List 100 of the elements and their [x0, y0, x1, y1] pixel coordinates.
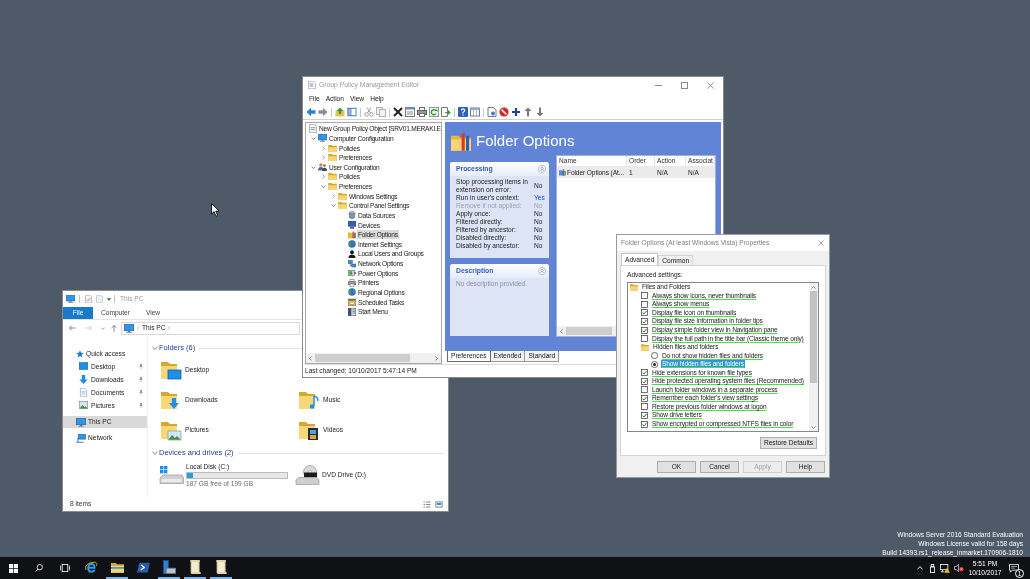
checkbox[interactable] — [641, 309, 648, 317]
copy-icon[interactable] — [376, 107, 386, 117]
chevron-right-icon[interactable] — [321, 174, 325, 180]
user-icon — [348, 249, 356, 258]
server-icon — [162, 560, 176, 574]
folder-icon — [630, 283, 638, 291]
arrow-right-icon[interactable] — [318, 107, 328, 117]
chevron-down-icon[interactable] — [811, 425, 816, 429]
arrow-up-icon[interactable] — [111, 324, 117, 332]
checkbox[interactable] — [641, 420, 648, 428]
document-icon[interactable] — [487, 107, 497, 117]
hard-drive-icon — [159, 466, 184, 484]
chevron-down-icon[interactable] — [320, 185, 326, 189]
chevron-down-icon[interactable] — [310, 136, 316, 140]
checkbox[interactable] — [641, 377, 648, 385]
folder-icon — [110, 561, 124, 573]
pin-icon[interactable] — [139, 364, 143, 369]
scrollbar-thumb[interactable] — [566, 327, 612, 335]
globe-icon — [348, 240, 356, 249]
database-icon — [348, 211, 356, 220]
view-icon[interactable] — [470, 107, 480, 117]
computer-icon — [318, 134, 327, 143]
task-view-icon — [60, 564, 70, 572]
checkbox[interactable] — [641, 403, 648, 411]
chevron-right-icon[interactable] — [331, 193, 335, 199]
scrollbar-thumb[interactable] — [315, 354, 410, 362]
close-icon — [818, 240, 824, 246]
battery-icon — [348, 269, 356, 278]
checkbox[interactable] — [641, 317, 648, 325]
refresh-icon[interactable] — [429, 107, 439, 117]
users-icon — [318, 163, 327, 172]
folder-up-icon[interactable] — [335, 107, 345, 117]
pin-icon[interactable] — [139, 390, 143, 395]
radio-button[interactable] — [651, 360, 658, 368]
folder-tools-icon — [559, 169, 566, 176]
network-icon — [76, 433, 86, 443]
speaker-muted-icon — [954, 564, 964, 572]
checkbox[interactable] — [641, 292, 648, 300]
details-view-icon[interactable] — [423, 500, 431, 508]
taskbar-app[interactable] — [184, 557, 206, 579]
checkbox[interactable] — [641, 411, 648, 419]
star-icon — [76, 349, 84, 358]
checkbox[interactable] — [641, 386, 648, 394]
scrollbar-thumb[interactable] — [810, 291, 817, 383]
chevron-right-icon[interactable] — [321, 145, 325, 151]
collapse-icon[interactable] — [538, 267, 546, 275]
pane-heading: Folder Options — [476, 131, 575, 152]
pin-icon[interactable] — [139, 403, 143, 408]
search-icon — [35, 564, 43, 572]
export-icon[interactable] — [441, 107, 451, 117]
chevron-down-icon[interactable] — [310, 165, 316, 169]
properties-icon[interactable] — [405, 107, 415, 117]
chevron-left-icon[interactable] — [560, 328, 563, 334]
arrow-down-icon[interactable] — [535, 107, 545, 117]
chevron-right-icon[interactable] — [321, 155, 325, 161]
folder-music-note-icon — [298, 389, 320, 411]
radio-button[interactable] — [651, 352, 658, 360]
checkbox[interactable] — [641, 326, 648, 334]
window-icon — [348, 307, 356, 316]
network-warning-icon — [940, 563, 950, 573]
chevron-left-icon[interactable] — [309, 355, 312, 361]
monitor-icon — [348, 221, 356, 230]
large-icons-view-icon[interactable] — [435, 500, 443, 508]
arrow-left-icon[interactable] — [69, 325, 76, 331]
policy-icon — [308, 81, 316, 89]
plus-icon[interactable] — [511, 107, 521, 117]
collapse-icon[interactable] — [538, 165, 546, 173]
folder-arrow-icon — [160, 389, 182, 411]
arrow-up-icon[interactable] — [523, 107, 533, 117]
pin-icon[interactable] — [139, 377, 143, 382]
folder-icon — [641, 343, 649, 351]
help-icon[interactable] — [458, 107, 468, 117]
chevron-down-icon[interactable] — [330, 204, 336, 208]
taskbar-app[interactable] — [210, 557, 232, 579]
chevron-down-icon[interactable] — [152, 451, 158, 455]
document-icon — [215, 560, 227, 574]
folder-tools-icon — [348, 230, 356, 239]
taskbar-app[interactable] — [158, 557, 180, 579]
delete-icon[interactable] — [393, 107, 403, 117]
scissors-icon[interactable] — [364, 107, 374, 117]
close-icon — [706, 81, 714, 89]
dvd-drive-icon — [295, 465, 320, 485]
minimize-icon — [654, 84, 662, 86]
browser-logo-icon — [84, 560, 98, 574]
checkbox[interactable] — [641, 335, 648, 343]
arrow-left-icon[interactable] — [306, 107, 316, 117]
computer-icon — [76, 417, 86, 427]
checkbox[interactable] — [641, 369, 648, 377]
chevron-down-icon[interactable] — [152, 346, 158, 350]
checkbox[interactable] — [641, 394, 648, 402]
properties-icon[interactable] — [85, 295, 92, 303]
checkbox[interactable] — [641, 300, 648, 308]
caret-down-icon[interactable] — [107, 297, 111, 301]
message-icon — [1009, 563, 1019, 573]
settings-list[interactable] — [627, 282, 819, 432]
printer-icon[interactable] — [417, 107, 427, 117]
chevron-right-icon[interactable] — [435, 355, 438, 361]
pane-icon[interactable] — [347, 107, 357, 117]
document-icon — [309, 124, 317, 134]
stop-icon[interactable] — [499, 107, 509, 117]
